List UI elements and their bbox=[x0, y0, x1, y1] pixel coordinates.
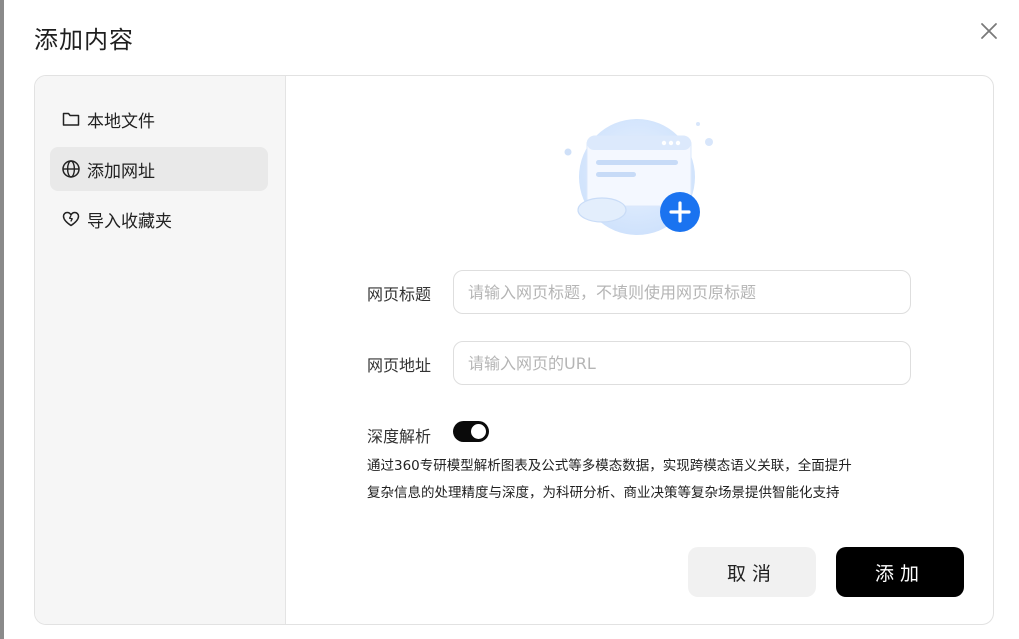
add-url-form: 网页标题 网页地址 深度解析 通过360专研模型解析图表及公式等多模态数据，实现… bbox=[286, 76, 993, 624]
sidebar-item-label: 导入收藏夹 bbox=[87, 211, 172, 232]
dialog-title: 添加内容 bbox=[34, 26, 134, 54]
toggle-knob bbox=[471, 424, 486, 439]
description-line: 通过360专研模型解析图表及公式等多模态数据，实现跨模态语义关联，全面提升 bbox=[367, 458, 852, 474]
deep-parse-label: 深度解析 bbox=[367, 427, 432, 446]
folder-icon bbox=[61, 109, 81, 129]
sidebar-item-add-url[interactable]: 添加网址 bbox=[50, 147, 268, 191]
sidebar-item-import-favorites[interactable]: 导入收藏夹 bbox=[50, 197, 268, 241]
sidebar-item-local-files[interactable]: 本地文件 bbox=[50, 97, 268, 141]
close-icon bbox=[981, 23, 997, 39]
globe-icon bbox=[61, 159, 81, 179]
add-button[interactable]: 添加 bbox=[836, 547, 964, 597]
sidebar-item-label: 添加网址 bbox=[87, 161, 155, 182]
webpage-illustration bbox=[564, 119, 713, 235]
heart-icon bbox=[61, 209, 81, 229]
deep-parse-toggle[interactable] bbox=[453, 421, 489, 442]
page-url-label: 网页地址 bbox=[367, 356, 432, 375]
page-url-input[interactable] bbox=[453, 341, 911, 385]
page-title-input[interactable] bbox=[453, 270, 911, 314]
cancel-button[interactable]: 取消 bbox=[688, 547, 816, 597]
source-sidebar: 本地文件 添加网址 导入收藏夹 bbox=[35, 76, 286, 624]
page-title-label: 网页标题 bbox=[367, 285, 432, 304]
deep-parse-description: 通过360专研模型解析图表及公式等多模态数据，实现跨模态语义关联，全面提升 复杂… bbox=[367, 453, 927, 507]
add-content-dialog: 添加内容 本地文件 添加网址 导入收藏夹 网页标题 请输入网页标题，不填则使用网… bbox=[4, 0, 1019, 639]
description-line: 复杂信息的处理精度与深度，为科研分析、商业决策等复杂场景提供智能化支持 bbox=[367, 485, 840, 501]
sidebar-item-label: 本地文件 bbox=[87, 111, 155, 132]
close-button[interactable] bbox=[977, 19, 1001, 43]
content-panel: 本地文件 添加网址 导入收藏夹 网页标题 请输入网页标题，不填则使用网页原标题 … bbox=[34, 75, 994, 625]
